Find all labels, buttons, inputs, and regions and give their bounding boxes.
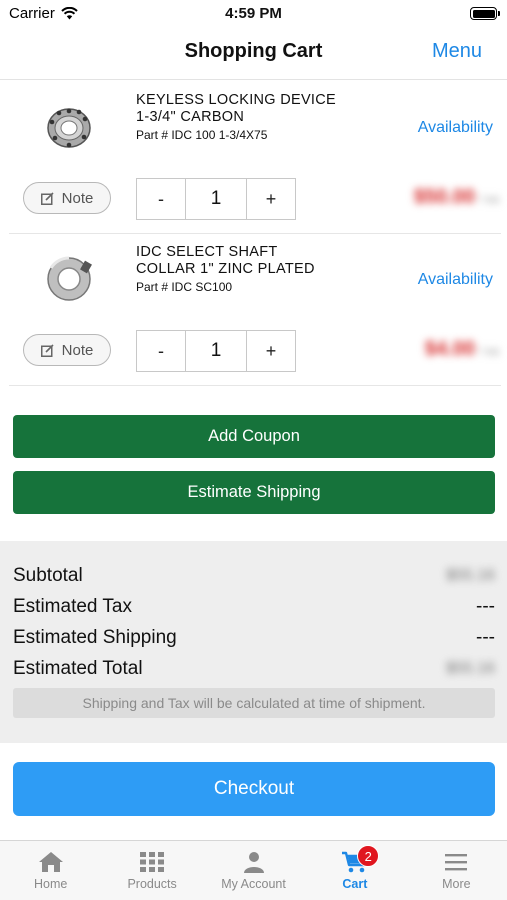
item-name: IDC SELECT SHAFT COLLAR 1" ZINC PLATED xyxy=(136,244,315,277)
availability-link[interactable]: Availability xyxy=(418,119,493,137)
locking-device-image xyxy=(47,108,91,148)
tab-cart[interactable]: 2 Cart xyxy=(304,841,405,900)
tab-products[interactable]: Products xyxy=(101,841,202,900)
tab-label: Home xyxy=(34,877,68,891)
tab-home[interactable]: Home xyxy=(0,841,101,900)
tax-value: --- xyxy=(476,596,495,617)
shipping-value: --- xyxy=(476,627,495,648)
increase-quantity-button[interactable]: + xyxy=(247,179,295,219)
status-bar: Carrier 4:59 PM xyxy=(0,0,507,28)
quantity-stepper: - 1 + xyxy=(136,330,296,372)
subtotal-value: $55.16 xyxy=(446,567,495,584)
increase-quantity-button[interactable]: + xyxy=(247,331,295,371)
total-row: Estimated Total $55.16 xyxy=(13,658,495,684)
menu-icon xyxy=(445,854,468,871)
quantity-field[interactable]: 1 xyxy=(185,179,247,219)
price-value: $50.00 xyxy=(413,186,475,208)
cart-item: IDC SELECT SHAFT COLLAR 1" ZINC PLATED P… xyxy=(9,234,501,386)
edit-icon xyxy=(40,343,54,357)
subtotal-row: Subtotal $55.16 xyxy=(13,565,495,591)
tab-my-account[interactable]: My Account xyxy=(203,841,304,900)
decrease-quantity-button[interactable]: - xyxy=(137,331,185,371)
cart-item: KEYLESS LOCKING DEVICE 1-3/4" CARBON Par… xyxy=(9,82,501,234)
subtotal-label: Subtotal xyxy=(13,565,83,586)
cart-count-badge: 2 xyxy=(357,845,380,867)
home-icon xyxy=(38,852,63,872)
battery-icon xyxy=(470,7,500,20)
shipping-row: Estimated Shipping --- xyxy=(13,627,495,653)
price-unit: / ea xyxy=(478,344,499,358)
order-summary: Subtotal $55.16 Estimated Tax --- Estima… xyxy=(0,541,507,743)
item-part-number: Part # IDC SC100 xyxy=(136,280,233,294)
shaft-collar-image xyxy=(47,256,92,301)
page-title: Shopping Cart xyxy=(184,40,323,62)
add-coupon-button[interactable]: Add Coupon xyxy=(13,415,495,458)
quantity-field[interactable]: 1 xyxy=(185,331,247,371)
checkout-button[interactable]: Checkout xyxy=(13,762,495,816)
note-label: Note xyxy=(61,189,94,207)
tab-label: My Account xyxy=(221,877,286,891)
item-name: KEYLESS LOCKING DEVICE 1-3/4" CARBON xyxy=(136,92,336,125)
shipping-label: Estimated Shipping xyxy=(13,627,177,648)
total-label: Estimated Total xyxy=(13,658,143,679)
availability-link[interactable]: Availability xyxy=(418,271,493,289)
price-value: $4.00 xyxy=(424,338,475,360)
edit-icon xyxy=(40,191,54,205)
estimate-shipping-button[interactable]: Estimate Shipping xyxy=(13,471,495,514)
quantity-stepper: - 1 + xyxy=(136,178,296,220)
decrease-quantity-button[interactable]: - xyxy=(137,179,185,219)
tab-label: Products xyxy=(127,877,177,891)
note-button[interactable]: Note xyxy=(23,182,111,214)
menu-button[interactable]: Menu xyxy=(432,40,482,63)
tab-more[interactable]: More xyxy=(406,841,507,900)
total-value: $55.16 xyxy=(446,660,495,677)
tab-bar: Home Products My Account 2 Cart More xyxy=(0,840,507,900)
note-button[interactable]: Note xyxy=(23,334,111,366)
tax-label: Estimated Tax xyxy=(13,596,132,617)
price-unit: / ea xyxy=(478,192,499,206)
tax-row: Estimated Tax --- xyxy=(13,596,495,622)
person-icon xyxy=(243,852,264,873)
clock: 4:59 PM xyxy=(225,5,282,22)
note-label: Note xyxy=(61,341,94,359)
grid-icon xyxy=(140,852,165,872)
tab-label: More xyxy=(442,877,471,891)
shipping-tax-notice: Shipping and Tax will be calculated at t… xyxy=(13,688,495,718)
item-price: $4.00/ ea xyxy=(425,338,499,361)
navigation-bar: Shopping Cart Menu xyxy=(0,28,507,80)
item-part-number: Part # IDC 100 1-3/4X75 xyxy=(136,128,268,142)
tab-label: Cart xyxy=(342,877,368,891)
item-price: $50.00/ ea xyxy=(414,186,499,209)
